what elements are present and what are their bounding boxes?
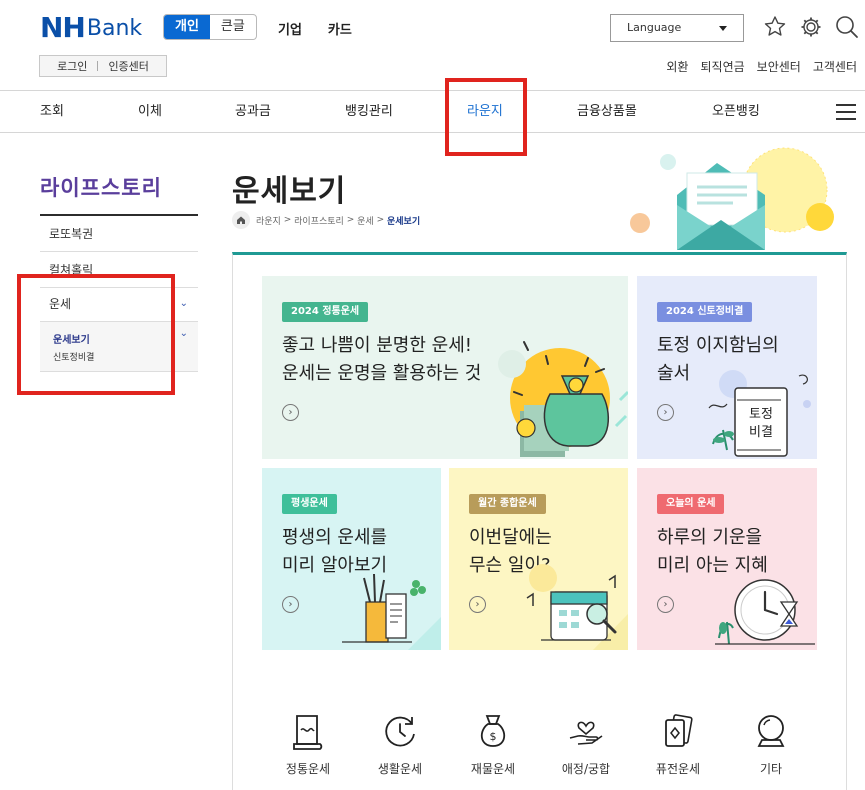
- mode-toggle: 개인 큰글: [163, 14, 257, 40]
- category-label: 정통운세: [285, 762, 331, 776]
- heart-hand-icon: [569, 721, 603, 745]
- chevron-right-icon[interactable]: ›: [469, 596, 486, 613]
- card-badge: 오늘의 운세: [657, 494, 725, 514]
- card-badge: 2024 신토정비결: [657, 302, 753, 322]
- breadcrumb-sep: >: [283, 215, 292, 225]
- envelope-illustration: [630, 147, 834, 250]
- chevron-right-icon[interactable]: ›: [657, 596, 674, 613]
- divider: [97, 61, 99, 71]
- nh-bank-logo[interactable]: NH Bank: [40, 14, 142, 42]
- category-label: 기타: [759, 762, 783, 776]
- calendar-illustration: [526, 564, 628, 650]
- card-2024-tojeong[interactable]: 2024 신토정비결 토정 이지함님의 술서 › 토정 비결: [637, 276, 817, 459]
- language-select[interactable]: Language: [610, 14, 744, 42]
- money-bag-icon: $: [480, 715, 506, 747]
- gnb-banking-manage[interactable]: 뱅킹관리: [345, 91, 393, 132]
- gnb-inquiry[interactable]: 조회: [40, 91, 64, 132]
- category-traditional[interactable]: 정통운세: [268, 712, 348, 777]
- clock-illustration: [715, 579, 815, 645]
- util-link-forex[interactable]: 외환: [666, 58, 688, 75]
- main-nav: 조회 이체 공과금 뱅킹관리 라운지 금융상품몰 오픈뱅킹: [0, 90, 865, 133]
- chevron-right-icon[interactable]: ›: [282, 404, 299, 421]
- scroll-icon: [293, 715, 323, 750]
- language-label: Language: [627, 21, 682, 34]
- breadcrumb-item[interactable]: 라이프스토리: [294, 214, 344, 227]
- card-today[interactable]: 오늘의 운세 하루의 기운을 미리 아는 지혜 ›: [637, 468, 817, 650]
- category-love[interactable]: 애정/궁합: [546, 712, 626, 777]
- breadcrumb-current: 운세보기: [386, 216, 421, 227]
- gnb-open-banking[interactable]: 오픈뱅킹: [712, 91, 760, 132]
- category-label: 퓨전운세: [655, 762, 701, 776]
- auth-box: 로그인 인증센터: [39, 55, 167, 77]
- pencil-cup-illustration: [342, 573, 441, 650]
- breadcrumb-item[interactable]: 라운지: [256, 214, 281, 227]
- chevron-right-icon[interactable]: ›: [657, 404, 674, 421]
- breadcrumb: 라운지 > 라이프스토리 > 운세 > 운세보기: [232, 211, 420, 229]
- cert-center-button[interactable]: 인증센터: [108, 58, 148, 74]
- highlight-box-fortune: [17, 274, 175, 395]
- breadcrumb-sep: >: [376, 215, 385, 225]
- search-icon[interactable]: [834, 14, 860, 40]
- lnb-title: 라이프스토리: [40, 176, 162, 200]
- refresh-clock-icon: [385, 716, 415, 747]
- mode-large-text[interactable]: 큰글: [210, 15, 256, 39]
- svg-text:$: $: [490, 730, 497, 743]
- highlight-box-lounge: [445, 78, 527, 156]
- breadcrumb-item[interactable]: 운세: [357, 214, 374, 227]
- menu-icon[interactable]: [836, 104, 856, 120]
- crystal-ball-icon: [757, 715, 785, 747]
- gnb-transfer[interactable]: 이체: [138, 91, 162, 132]
- page-title: 운세보기: [232, 174, 347, 209]
- top-nav: 기업 카드: [278, 19, 352, 38]
- card-lifetime[interactable]: 평생운세 평생의 운세를 미리 알아보기 ›: [262, 468, 441, 650]
- util-link-security[interactable]: 보안센터: [757, 58, 801, 75]
- logo-bank: Bank: [86, 16, 143, 41]
- card-badge: 2024 정통운세: [282, 302, 369, 322]
- category-fusion[interactable]: 퓨전운세: [638, 712, 718, 777]
- category-wealth[interactable]: $ 재물운세: [453, 712, 533, 777]
- gnb-product-mall[interactable]: 금융상품몰: [577, 91, 637, 132]
- star-icon[interactable]: [762, 14, 788, 40]
- category-label: 생활운세: [377, 762, 423, 776]
- lnb-item-label: 로또복권: [49, 227, 94, 241]
- breadcrumb-sep: >: [346, 215, 355, 225]
- card-2024-traditional[interactable]: 2024 정통운세 좋고 나쁨이 분명한 운세! 운세는 운명을 활용하는 것 …: [262, 276, 628, 459]
- category-label: 애정/궁합: [561, 762, 611, 776]
- category-life[interactable]: 생활운세: [360, 712, 440, 777]
- mode-personal[interactable]: 개인: [164, 15, 210, 39]
- money-bag-illustration: [498, 341, 628, 457]
- gear-icon[interactable]: [798, 14, 824, 40]
- top-nav-corporate[interactable]: 기업: [278, 19, 302, 38]
- chevron-down-icon: ⌄: [179, 298, 188, 309]
- cards-icon: [665, 714, 693, 747]
- card-badge: 월간 종합운세: [469, 494, 546, 514]
- book-label: 토정 비결: [749, 407, 773, 440]
- top-nav-card[interactable]: 카드: [328, 19, 352, 38]
- login-button[interactable]: 로그인: [57, 58, 87, 74]
- chevron-right-icon[interactable]: ›: [282, 596, 299, 613]
- utility-links: 외환 퇴직연금 보안센터 고객센터: [666, 58, 857, 75]
- card-badge: 평생운세: [282, 494, 337, 514]
- top-bar: NH Bank 개인 큰글 기업 카드 Language 로그인 인증센터 외환…: [0, 0, 865, 90]
- category-etc[interactable]: 기타: [731, 712, 811, 777]
- logo-nh: NH: [40, 11, 86, 44]
- card-monthly[interactable]: 월간 종합운세 이번달에는 무슨 일이? ›: [449, 468, 628, 650]
- category-label: 재물운세: [470, 762, 516, 776]
- util-link-customer[interactable]: 고객센터: [813, 58, 857, 75]
- caret-down-icon: [719, 26, 727, 31]
- chevron-down-icon: ⌄: [179, 328, 188, 339]
- util-link-pension[interactable]: 퇴직연금: [700, 58, 744, 75]
- card-text: 좋고 나쁨이 분명한 운세! 운세는 운명을 활용하는 것: [282, 335, 482, 384]
- gnb-utility-bills[interactable]: 공과금: [235, 91, 271, 132]
- lnb-item-lotto[interactable]: 로또복권: [40, 216, 198, 252]
- home-icon[interactable]: [232, 211, 250, 229]
